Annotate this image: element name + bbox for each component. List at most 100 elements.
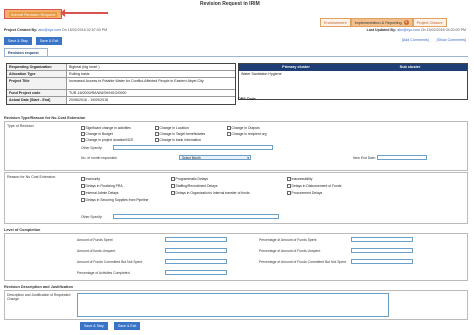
save-stay-button[interactable]: Save & Stay	[4, 37, 32, 45]
show-comments-link[interactable]: [Show Comments]	[437, 38, 466, 42]
info-value: TUR-16/0000/RA/WASH/NGO/0000	[69, 91, 127, 95]
step-label: Endorsement	[324, 20, 347, 25]
reason-box: Reason for No Cost Extension Insecurity …	[4, 172, 468, 224]
cluster-body: Water Sanitation Hygiene	[239, 71, 467, 99]
funds-committed-input[interactable]	[165, 259, 227, 264]
ops-code-label: OPS Code -	[238, 97, 258, 101]
reason-option-checkbox[interactable]: Inaccessibility	[287, 177, 312, 181]
save-exit-button[interactable]: Save & Exit	[113, 322, 141, 330]
reason-option-checkbox[interactable]: Delays in Securing Supplies from Pipelin…	[81, 198, 148, 202]
type-option-checkbox[interactable]: Change in Location	[155, 126, 189, 130]
checkbox-label: Staffing/Recruitment Delays	[175, 184, 218, 188]
reason-option-checkbox[interactable]: Procurement Delays	[287, 191, 322, 195]
reason-option-checkbox[interactable]: Insecurity	[81, 177, 100, 181]
tab-revision-request[interactable]: Revision request	[4, 48, 48, 56]
cluster-header: Primary cluster Sub cluster	[239, 64, 467, 71]
completion-title: Level of Completion	[4, 228, 41, 232]
checkbox-icon	[81, 138, 85, 142]
description-textarea[interactable]	[77, 293, 389, 317]
step-project-closure[interactable]: Project Closure	[412, 18, 447, 27]
checkbox-label: Delays in Organization's Internal transf…	[175, 191, 250, 195]
reason-option-checkbox[interactable]: Delays in Finalizing PRA	[81, 184, 123, 188]
months-requested-select[interactable]: Select Month	[179, 155, 251, 160]
info-row: Requesting Organization Bigbeat (big hea…	[7, 64, 235, 71]
months-requested-label: No. of month requested:	[81, 156, 118, 160]
updated-by-link[interactable]: abc@xyz.com	[397, 28, 420, 32]
type-option-checkbox[interactable]: Change in Budget	[81, 132, 113, 136]
step-implementation[interactable]: Implementation & Reporting 4	[350, 18, 413, 27]
checkbox-icon	[287, 177, 291, 181]
completion-field-label: Amount of funds Unspent	[77, 249, 116, 253]
other-specify-input[interactable]	[113, 145, 273, 150]
reason-option-checkbox[interactable]: Staffing/Recruitment Delays	[171, 184, 217, 188]
step-endorsement[interactable]: Endorsement	[320, 18, 351, 27]
info-key: Project Title	[7, 78, 67, 89]
checkbox-icon	[81, 184, 85, 188]
type-option-checkbox[interactable]: Change in Target beneficiaries	[155, 132, 205, 136]
percent-spent-input[interactable]	[351, 237, 413, 242]
new-end-date-input[interactable]	[377, 155, 427, 160]
top-bar: Revision Request in IRIM	[0, 0, 474, 8]
cluster-table: Primary cluster Sub cluster Water Sanita…	[238, 63, 468, 100]
type-option-checkbox[interactable]: Change in recipient org	[227, 132, 267, 136]
add-comments-link[interactable]: [Add Comments]	[402, 38, 429, 42]
checkbox-label: Change in Location	[159, 126, 189, 130]
checkbox-label: Internal Admin Delays	[85, 191, 119, 195]
sub-cluster-value	[353, 71, 467, 99]
funds-spent-input[interactable]	[165, 237, 227, 242]
checkbox-label: Delays in Disbursement of Funds	[291, 184, 342, 188]
percent-committed-input[interactable]	[351, 259, 413, 264]
reason-option-checkbox[interactable]: Delays in Disbursement of Funds	[287, 184, 341, 188]
checkbox-label: Change in Target beneficiaries	[159, 132, 206, 136]
checkbox-icon	[81, 198, 85, 202]
type-option-checkbox[interactable]: Change in project duration/NCE	[81, 138, 133, 142]
checkbox-icon	[81, 177, 85, 181]
info-value: 20/06/2016 - 19/09/2016	[69, 98, 109, 102]
info-value: Increased Access to Potable Water for Co…	[69, 79, 204, 83]
info-key: Allocation Type	[7, 71, 67, 77]
completion-field-label: Percentage of Amount of Funds Unspent	[259, 249, 321, 253]
other-specify-label: Other Specify:	[81, 215, 103, 219]
type-option-checkbox[interactable]: Significant change in activities	[81, 126, 131, 130]
info-row: Project Title Increased Access to Potabl…	[7, 78, 235, 90]
checkbox-icon	[227, 126, 231, 130]
checkbox-icon	[81, 132, 85, 136]
type-option-checkbox[interactable]: Change in bank information	[155, 138, 201, 142]
submit-revision-button[interactable]: Submit Revision Request	[4, 9, 62, 19]
percent-unspent-input[interactable]	[351, 248, 413, 253]
completion-field-label: Amount of Funds Spent	[77, 238, 113, 242]
checkbox-label: Inaccessibility	[291, 177, 313, 181]
checkbox-label: Procurement Delays	[291, 191, 323, 195]
add-comments-label: Add Comments	[402, 38, 428, 42]
checkbox-icon	[227, 132, 231, 136]
completion-field-label: Amount of Funds Committed But Not Spent	[77, 260, 143, 264]
reason-other-input[interactable]	[113, 214, 279, 219]
checkbox-label: Change in project duration/NCE	[85, 138, 134, 142]
info-row: Allocation Type Rolling basis	[7, 71, 235, 78]
created-by-link[interactable]: abc@xyz.com	[38, 28, 61, 32]
created-meta: Project Created By: abc@xyz.com On 15/02…	[4, 28, 107, 32]
updated-meta: Last Updated By: abc@xyz.com On 15/02/20…	[367, 28, 466, 32]
funds-unspent-input[interactable]	[165, 248, 227, 253]
workflow-steps: Endorsement Implementation & Reporting 4…	[320, 18, 447, 27]
reason-option-checkbox[interactable]: Programmatic Delays	[171, 177, 208, 181]
sub-cluster-header: Sub cluster	[399, 65, 421, 69]
save-stay-button[interactable]: Save & Stay	[80, 322, 108, 330]
info-key: Actual Date [Start - End]	[7, 97, 67, 104]
info-key: Requesting Organization	[7, 64, 67, 70]
checkbox-icon	[171, 191, 175, 195]
reason-option-checkbox[interactable]: Delays in Organization's Internal transf…	[171, 191, 250, 195]
checkbox-icon	[155, 138, 159, 142]
info-key: Fund Project code	[7, 90, 67, 96]
checkbox-label: Change in recipient org	[231, 132, 267, 136]
checkbox-icon	[171, 177, 175, 181]
step-count-badge: 4	[403, 20, 409, 25]
checkbox-label: Change in Outputs	[231, 126, 260, 130]
save-exit-button[interactable]: Save & Exit	[35, 37, 63, 45]
reason-option-checkbox[interactable]: Internal Admin Delays	[81, 191, 118, 195]
activities-completed-input[interactable]	[165, 270, 227, 275]
type-option-checkbox[interactable]: Change in Outputs	[227, 126, 260, 130]
checkbox-icon	[81, 191, 85, 195]
primary-cluster-header: Primary cluster	[282, 65, 310, 69]
checkbox-icon	[171, 184, 175, 188]
